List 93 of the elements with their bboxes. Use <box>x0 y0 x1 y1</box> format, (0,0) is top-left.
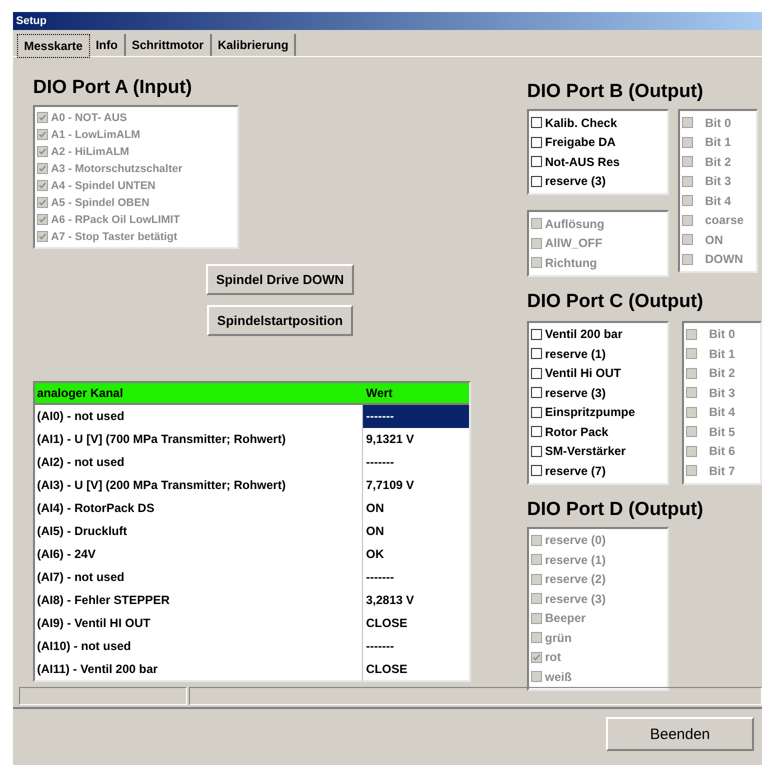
table-cell[interactable]: ON <box>363 497 469 520</box>
checkbox-label: Bit 4 <box>705 194 732 208</box>
checkbox-label: Einspritzpumpe <box>545 405 636 420</box>
table-cell: (AI6) - 24V <box>35 543 363 566</box>
checkbox[interactable] <box>531 426 542 438</box>
checkbox-label: Bit 5 <box>709 424 736 439</box>
action-button[interactable]: Spindel Drive DOWN <box>206 264 354 295</box>
table-cell: (AI11) - Ventil 200 bar <box>35 658 363 681</box>
checkbox-label: Bit 3 <box>709 386 736 400</box>
checkbox-label: A7 - Stop Taster betätigt <box>51 230 178 242</box>
checkbox-label: Bit 2 <box>705 154 732 169</box>
table-cell[interactable]: ------- <box>363 566 469 589</box>
checkbox-label: rot <box>545 650 561 664</box>
checkbox-label: grün <box>545 630 572 645</box>
tab[interactable]: Messkarte <box>17 34 90 58</box>
table-cell: (AI7) - not used <box>35 566 363 589</box>
table-cell[interactable]: ------- <box>363 451 469 474</box>
table-cell[interactable]: ON <box>363 520 469 543</box>
table-cell[interactable]: 7,7109 V <box>363 474 469 497</box>
checkbox-label: Ventil 200 bar <box>545 327 622 342</box>
checkbox-label: A1 - LowLimALM <box>51 128 140 140</box>
checkbox-label: reserve (0) <box>545 533 606 548</box>
table-cell: (AI4) - RotorPack DS <box>35 497 363 520</box>
checkbox-label: Rotor Pack <box>545 424 608 439</box>
checkbox-label: Bit 6 <box>709 444 736 458</box>
checkbox-label: Kalib. Check <box>545 116 618 130</box>
checkbox[interactable] <box>531 406 542 418</box>
checkbox-label: reserve (3) <box>545 174 606 188</box>
checkbox[interactable] <box>531 387 542 398</box>
checkbox-label: Ventil Hi OUT <box>545 366 622 380</box>
checkbox[interactable] <box>531 446 542 457</box>
table-cell[interactable]: 9,1321 V <box>363 428 469 451</box>
close-button[interactable]: Beenden <box>606 717 754 751</box>
checkbox-label: reserve (2) <box>545 572 606 586</box>
checkbox-label: DOWN <box>705 252 743 266</box>
checkbox[interactable] <box>531 328 542 340</box>
checkbox-label: Beeper <box>545 611 586 626</box>
table-cell[interactable]: CLOSE <box>363 658 469 681</box>
checkbox-label: A6 - RPack Oil LowLIMIT <box>51 214 180 226</box>
table-cell: (AI8) - Fehler STEPPER <box>35 589 363 612</box>
section-title: DIO Port D (Output) <box>527 498 704 520</box>
checkbox-label: reserve (1) <box>545 552 606 567</box>
table-cell: (AI3) - U [V] (200 MPa Transmitter; Rohwert) <box>35 474 363 497</box>
checkbox-label: Auflösung <box>545 216 604 231</box>
checkbox[interactable] <box>531 368 542 379</box>
section-title: DIO Port C (Output) <box>527 290 704 312</box>
checkbox[interactable] <box>531 176 542 187</box>
checkbox-label: Bit 1 <box>705 135 732 150</box>
table-cell: (AI1) - U [V] (700 MPa Transmitter; Rohwert) <box>35 428 363 451</box>
checkbox[interactable] <box>531 348 542 360</box>
checkbox-label: Freigabe DA <box>545 135 616 150</box>
table-cell: (AI9) - Ventil HI OUT <box>35 612 363 635</box>
checkbox-label: SM-Verstärker <box>545 444 626 458</box>
checkbox-label: reserve (7) <box>545 464 606 478</box>
section-title: DIO Port B (Output) <box>527 81 704 103</box>
checkbox-label: Bit 2 <box>709 366 736 380</box>
checkbox[interactable] <box>531 156 542 168</box>
checkbox-label: Richtung <box>545 256 597 270</box>
table-cell: (AI10) - not used <box>35 635 363 658</box>
checkbox[interactable] <box>531 117 542 128</box>
window-title: Setup <box>16 15 47 27</box>
checkbox-label: Bit 3 <box>705 174 732 188</box>
table-cell[interactable]: 3,2813 V <box>363 589 469 612</box>
checkbox-label: A0 - NOT- AUS <box>51 112 127 124</box>
table-cell: (AI2) - not used <box>35 451 363 474</box>
table-cell[interactable]: OK <box>363 543 469 566</box>
checkbox-label: A4 - Spindel UNTEN <box>51 180 156 192</box>
checkbox-label: Not-AUS Res <box>545 154 620 169</box>
table-cell[interactable]: CLOSE <box>363 612 469 635</box>
checkbox-label: Bit 0 <box>709 327 736 342</box>
checkbox-label: reserve (3) <box>545 386 606 400</box>
checkbox-label: A2 - HiLimALM <box>51 146 130 158</box>
table-cell[interactable]: ------- <box>363 635 469 658</box>
checkbox-label: Bit 4 <box>709 405 736 420</box>
action-button[interactable]: Spindelstartposition <box>207 305 353 336</box>
column-header: analoger Kanal <box>36 385 124 402</box>
table-cell[interactable]: ------- <box>363 405 469 428</box>
checkbox-label: reserve (3) <box>545 592 606 606</box>
checkbox-label: coarse <box>705 213 744 228</box>
checkbox-label: reserve (1) <box>545 346 606 361</box>
checkbox-label: A3 - Motorschutzschalter <box>51 162 182 174</box>
checkbox-label: AllW_OFF <box>545 236 602 250</box>
checkbox-label: Bit 0 <box>705 116 732 130</box>
checkbox-label: ON <box>705 232 723 247</box>
checkbox-label: A5 - Spindel OBEN <box>51 196 150 208</box>
checkbox-label: Bit 1 <box>709 346 736 361</box>
checkbox-label: weiß <box>545 670 572 684</box>
checkbox[interactable] <box>531 465 542 476</box>
table-cell: (AI5) - Druckluft <box>35 520 363 543</box>
checkbox-label: Bit 7 <box>709 464 736 478</box>
section-title: DIO Port A (Input) <box>33 77 194 99</box>
column-header: Wert <box>365 385 394 402</box>
checkbox[interactable] <box>531 136 542 148</box>
